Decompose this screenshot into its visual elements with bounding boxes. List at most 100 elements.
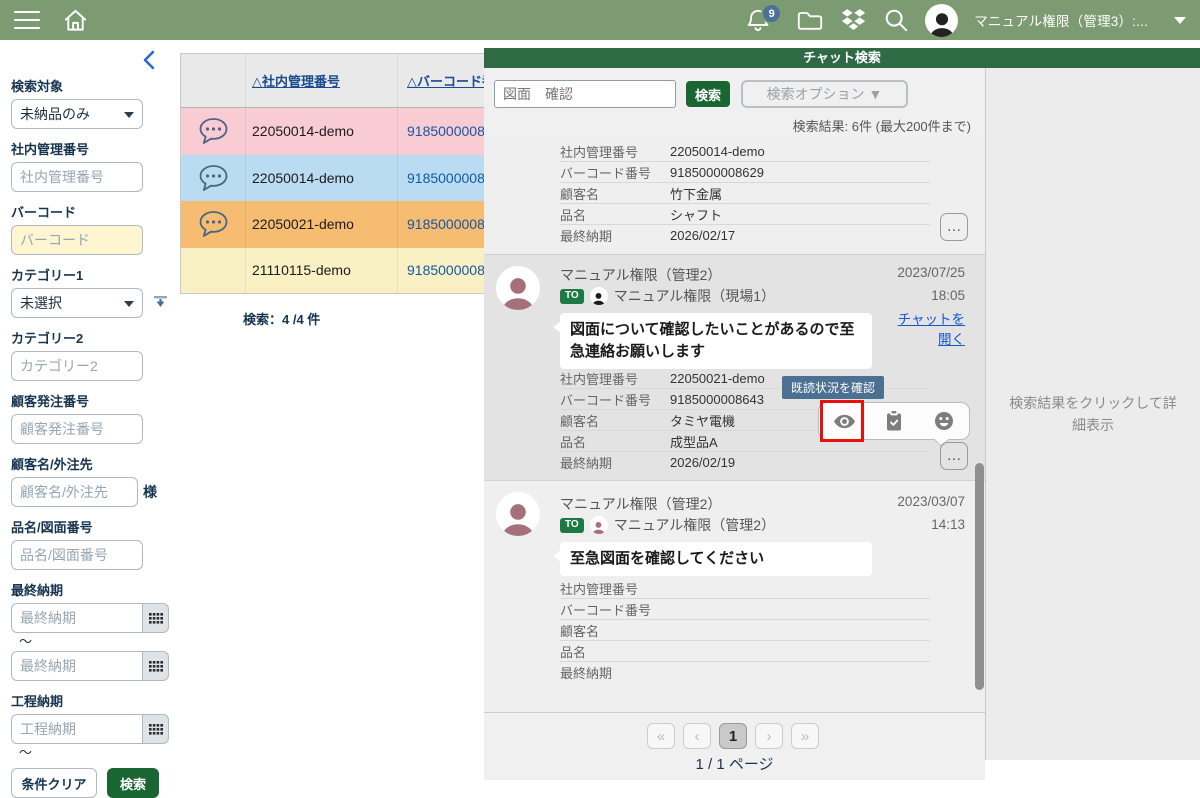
- read-status-tooltip: 既読状況を確認: [782, 376, 884, 399]
- table-row[interactable]: 22050021-demo 918500000864: [181, 201, 484, 248]
- more-actions-button[interactable]: …: [940, 442, 968, 470]
- process-due-label: 工程納期: [11, 691, 169, 710]
- table-row[interactable]: 21110115-demo 918500000861: [181, 248, 484, 295]
- final-due-from-input[interactable]: [11, 603, 143, 633]
- last-page-button[interactable]: »: [791, 723, 819, 749]
- user-name-label: マニュアル権限（管理3）:...: [974, 10, 1148, 30]
- chat-search-button[interactable]: 検索: [686, 81, 730, 107]
- sender-avatar: [496, 266, 540, 310]
- customer-name-input[interactable]: [11, 477, 138, 507]
- results-scrollbar[interactable]: [975, 463, 984, 690]
- search-target-select[interactable]: 未納品のみ: [11, 99, 143, 129]
- to-badge: TO: [560, 289, 584, 304]
- results-table: △社内管理番号 △バーコード番 22050014-demo 9185000008…: [180, 53, 484, 294]
- category2-label: カテゴリー2: [11, 328, 169, 347]
- internal-no-input[interactable]: [11, 162, 143, 192]
- chat-message-bubble: 至急図面を確認してください: [560, 542, 872, 576]
- calendar-icon[interactable]: [143, 714, 169, 744]
- item-name-label: 品名/図面番号: [11, 517, 169, 536]
- table-row[interactable]: 22050014-demo 918500000862: [181, 108, 484, 155]
- sidebar-search-button[interactable]: 検索: [107, 768, 159, 798]
- internal-no-cell: 22050014-demo: [252, 170, 354, 186]
- category2-input[interactable]: [11, 351, 143, 381]
- field-item: 成型品A: [670, 432, 718, 451]
- recipient-person-icon: [590, 516, 608, 534]
- chat-bubble-icon[interactable]: [197, 163, 230, 193]
- expand-categories-icon[interactable]: [153, 293, 168, 314]
- internal-no-cell: 22050021-demo: [252, 216, 354, 232]
- search-target-label: 検索対象: [11, 76, 169, 95]
- dropbox-icon[interactable]: [840, 8, 867, 32]
- category1-label: カテゴリー1: [11, 265, 169, 284]
- folder-icon[interactable]: [796, 8, 824, 32]
- barcode-cell[interactable]: 918500000862: [407, 123, 484, 139]
- more-actions-button[interactable]: …: [940, 213, 968, 241]
- sort-barcode-header[interactable]: △バーコード番: [398, 54, 484, 107]
- sidebar-collapse-icon[interactable]: [142, 50, 156, 75]
- calendar-icon[interactable]: [143, 603, 169, 633]
- field-internal-no: 22050014-demo: [670, 144, 765, 159]
- customer-honorific-label: 様: [143, 482, 157, 502]
- detail-panel: 検索結果をクリックして詳細表示: [985, 68, 1200, 760]
- field-due: 2026/02/17: [670, 228, 735, 243]
- chat-bubble-icon[interactable]: [197, 116, 230, 146]
- open-chat-link[interactable]: チャットを開く: [885, 310, 965, 350]
- barcode-cell[interactable]: 918500000861: [407, 262, 484, 278]
- search-filter-sidebar: 検索対象 未納品のみ 社内管理番号 バーコード カテゴリー1 未選択 カテゴリー…: [0, 40, 180, 760]
- chat-result-item[interactable]: 社内管理番号22050014-demo バーコード番号9185000008629…: [484, 140, 985, 255]
- barcode-input[interactable]: [11, 225, 143, 255]
- chat-result-item[interactable]: マニュアル権限（管理2） TO マニュアル権限（現場1） 2023/07/25 …: [484, 255, 985, 481]
- sender-name: マニュアル権限（管理2）: [560, 494, 721, 514]
- field-internal-no: 22050021-demo: [670, 371, 765, 386]
- field-customer: 竹下金属: [670, 184, 722, 203]
- message-date: 2023/03/07: [897, 494, 965, 509]
- clear-conditions-button[interactable]: 条件クリア: [11, 768, 97, 798]
- search-icon[interactable]: [883, 7, 909, 33]
- top-navigation-bar: 9 マニュアル権限（管理3）:...: [0, 0, 1200, 40]
- customer-order-no-input[interactable]: [11, 414, 143, 444]
- customer-name-label: 顧客名/外注先: [11, 454, 169, 473]
- sender-name: マニュアル権限（管理2）: [560, 265, 721, 285]
- chat-search-input[interactable]: [494, 80, 676, 108]
- range-separator: ～: [19, 635, 169, 649]
- internal-no-label: 社内管理番号: [11, 139, 169, 158]
- category1-select[interactable]: 未選択: [11, 288, 143, 318]
- prev-page-button[interactable]: ‹: [683, 723, 711, 749]
- message-date: 2023/07/25: [897, 265, 965, 280]
- chevron-down-icon: [124, 301, 134, 307]
- message-actions-popover: [818, 402, 970, 440]
- notifications-bell-icon[interactable]: 9: [746, 7, 770, 33]
- menu-icon[interactable]: [14, 11, 40, 29]
- chat-result-item[interactable]: マニュアル権限（管理2） TO マニュアル権限（管理2） 2023/03/07 …: [484, 481, 985, 692]
- user-avatar[interactable]: [925, 4, 958, 37]
- search-options-button[interactable]: 検索オプション ▼: [741, 80, 908, 108]
- chevron-down-icon: [124, 112, 134, 118]
- to-badge: TO: [560, 518, 584, 533]
- first-page-button[interactable]: «: [647, 723, 675, 749]
- recipient-name: マニュアル権限（現場1）: [614, 286, 775, 306]
- barcode-cell[interactable]: 918500000864: [407, 216, 484, 232]
- next-page-button[interactable]: ›: [755, 723, 783, 749]
- table-row[interactable]: 22050014-demo 918500000863: [181, 155, 484, 202]
- field-barcode: 9185000008643: [670, 392, 764, 407]
- user-menu-caret-icon[interactable]: [1174, 17, 1186, 24]
- chat-column-header: [181, 54, 246, 107]
- barcode-cell[interactable]: 918500000863: [407, 170, 484, 186]
- pagination-bar: « ‹ 1 › » 1 / 1 ページ: [484, 712, 985, 780]
- sort-internal-no-header[interactable]: △社内管理番号: [246, 54, 398, 107]
- calendar-icon[interactable]: [143, 651, 169, 681]
- chat-bubble-icon[interactable]: [197, 209, 230, 239]
- sender-avatar: [496, 492, 540, 536]
- field-item: シャフト: [670, 205, 722, 224]
- final-due-to-input[interactable]: [11, 651, 143, 681]
- internal-no-cell: 22050014-demo: [252, 123, 354, 139]
- home-icon[interactable]: [62, 7, 89, 33]
- item-name-input[interactable]: [11, 540, 143, 570]
- chat-result-count: 検索結果: 6件 (最大200件まで): [793, 116, 971, 135]
- chat-search-bar: 検索 検索オプション ▼ 検索結果: 6件 (最大200件まで): [484, 68, 985, 140]
- current-page-button[interactable]: 1: [719, 723, 747, 749]
- read-status-eye-icon[interactable]: [819, 403, 869, 439]
- chat-result-list: 社内管理番号22050014-demo バーコード番号9185000008629…: [484, 140, 985, 692]
- copy-clipboard-icon[interactable]: [869, 403, 919, 439]
- process-due-from-input[interactable]: [11, 714, 143, 744]
